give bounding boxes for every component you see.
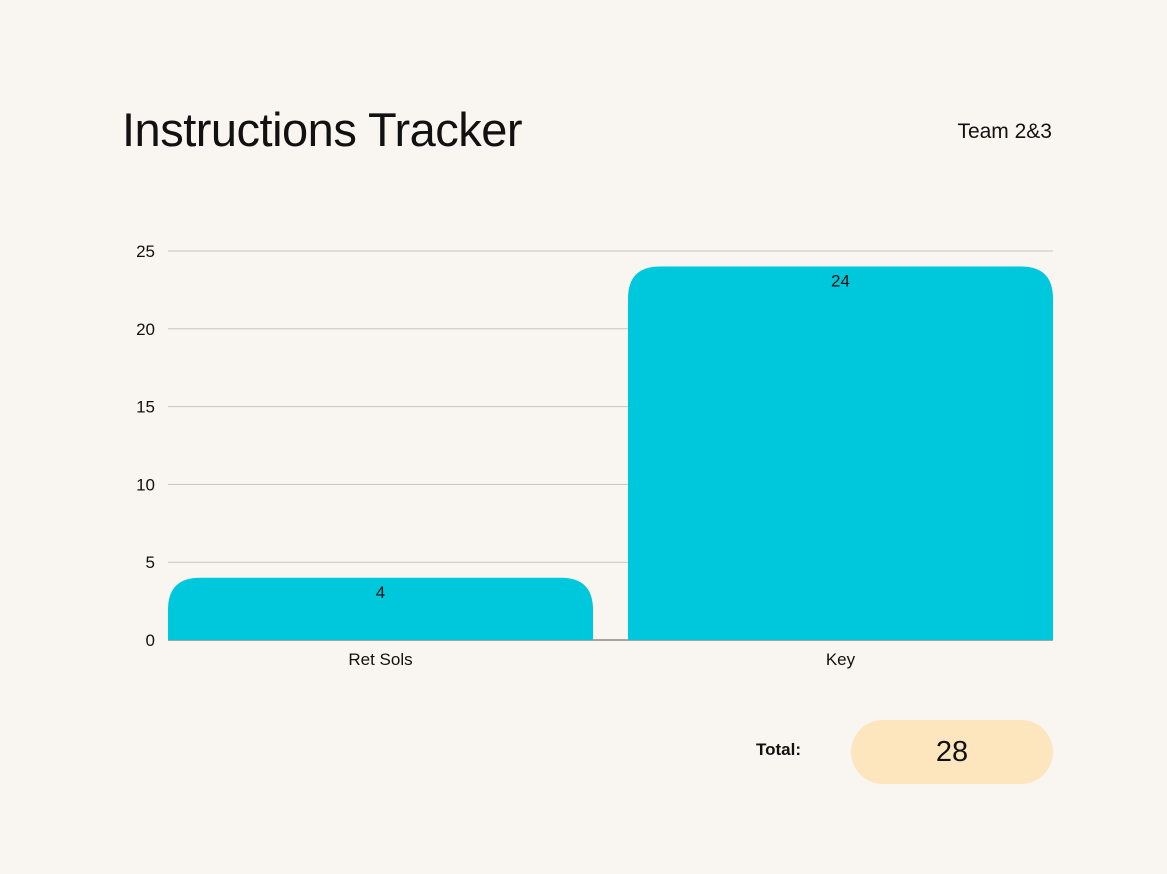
y-tick-label: 25 bbox=[136, 242, 155, 261]
y-axis-ticks: 0 5 10 15 20 25 bbox=[136, 242, 155, 650]
x-tick-label: Ret Sols bbox=[348, 650, 412, 669]
total-label: Total: bbox=[756, 740, 802, 759]
total-value: 28 bbox=[935, 736, 969, 768]
data-label: 4 bbox=[376, 583, 385, 602]
bar-key bbox=[628, 266, 1053, 640]
bars bbox=[168, 266, 1053, 640]
y-tick-label: 0 bbox=[146, 631, 155, 650]
y-tick-label: 15 bbox=[136, 398, 155, 417]
y-tick-label: 20 bbox=[136, 320, 155, 339]
data-label: 24 bbox=[831, 272, 850, 291]
y-tick-label: 10 bbox=[136, 475, 155, 494]
y-tick-label: 5 bbox=[146, 553, 155, 572]
x-axis-ticks: Ret Sols Key bbox=[348, 650, 855, 669]
x-tick-label: Key bbox=[826, 650, 856, 669]
total-value-pill: 28 bbox=[851, 720, 1053, 784]
